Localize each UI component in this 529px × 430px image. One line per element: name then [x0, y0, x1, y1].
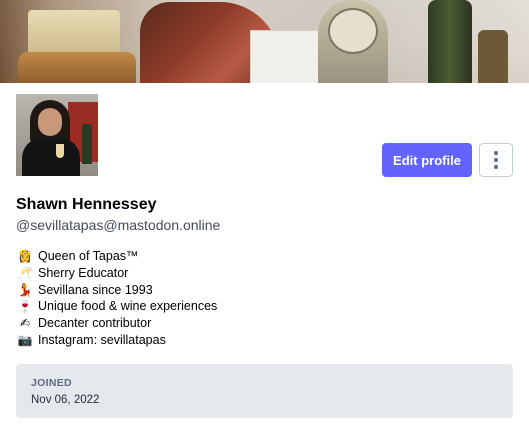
- bio-text[interactable]: Instagram: sevillatapas: [38, 332, 166, 349]
- bio-text: Unique food & wine experiences: [38, 299, 218, 314]
- bio-line: 📷 Instagram: sevillatapas: [17, 332, 217, 349]
- wine-glass-icon: 🍷: [17, 299, 33, 314]
- bio-text: Sevillana since 1993: [38, 282, 153, 297]
- camera-icon: 📷: [17, 332, 33, 347]
- bio-text: Sherry Educator: [38, 265, 129, 280]
- woman-crown-icon: 👸: [17, 249, 33, 263]
- dancer-icon: 💃: [17, 282, 33, 297]
- joined-label: JOINED: [31, 377, 72, 389]
- clinking-glasses-icon: 🥂: [17, 265, 33, 280]
- bio-line: 💃 Sevillana since 1993: [17, 282, 217, 299]
- avatar[interactable]: [15, 93, 99, 177]
- writing-hand-icon: ✍: [19, 316, 31, 331]
- bio-line: 🥂 Sherry Educator: [17, 265, 217, 282]
- display-name: Shawn Hennessey: [16, 196, 157, 213]
- bio-line: 👸 Queen of Tapas™: [17, 248, 217, 265]
- edit-profile-button[interactable]: Edit profile: [382, 143, 472, 177]
- joined-box: JOINED Nov 06, 2022: [16, 364, 513, 418]
- bio-line: 🍷 Unique food & wine experiences: [17, 298, 218, 315]
- joined-date: Nov 06, 2022: [31, 394, 100, 406]
- more-options-button[interactable]: [479, 143, 513, 177]
- more-vertical-icon: [494, 151, 498, 155]
- bio-text: Decanter contributor: [38, 316, 152, 331]
- header-banner: [0, 0, 529, 83]
- account-handle: @sevillatapas@mastodon.online: [16, 217, 221, 233]
- bio: 👸 Queen of Tapas™ 🥂 Sherry Educator 💃 Se…: [17, 248, 218, 349]
- bio-text: Queen of Tapas™: [38, 249, 139, 263]
- bio-line: ✍ Decanter contributor: [17, 315, 217, 332]
